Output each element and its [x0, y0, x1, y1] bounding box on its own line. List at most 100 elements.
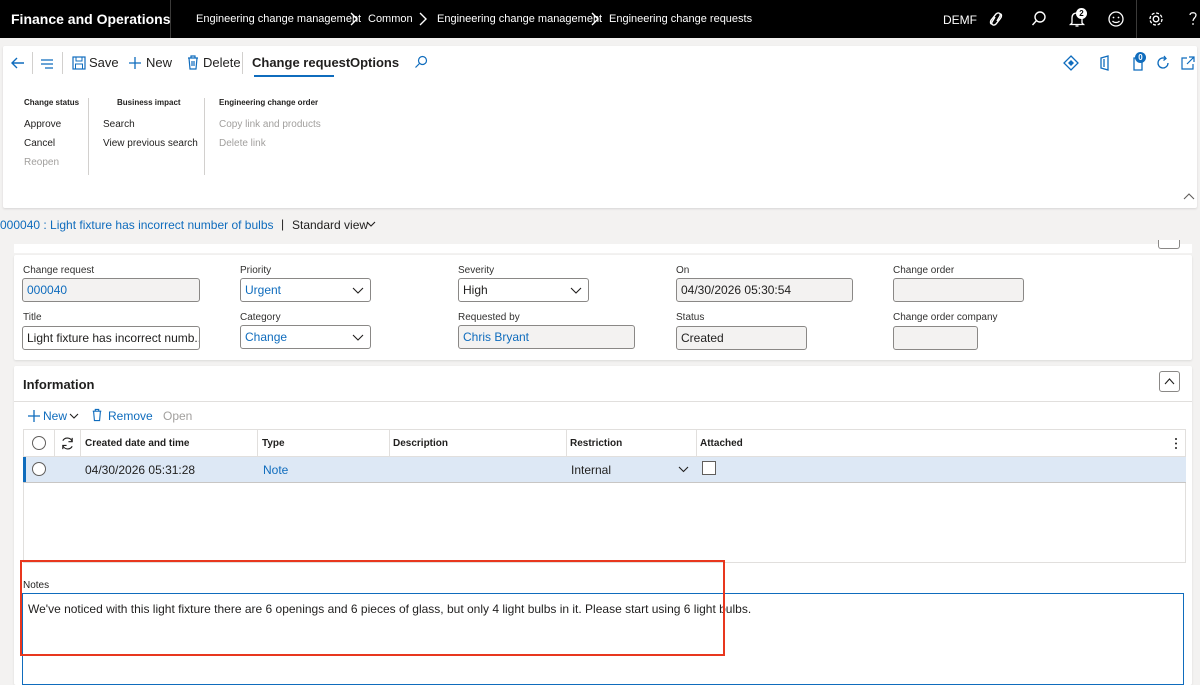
toolbar-divider	[242, 52, 243, 74]
on-datetime-value: 04/30/2026 05:30:54	[681, 283, 792, 297]
information-title[interactable]: Information	[23, 377, 95, 392]
office-icon[interactable]	[1098, 55, 1112, 71]
chevron-up-icon[interactable]	[1183, 192, 1195, 200]
search-icon[interactable]	[1030, 10, 1048, 28]
new-button[interactable]: New	[146, 55, 172, 70]
priority-dropdown[interactable]: Urgent	[240, 278, 371, 302]
breadcrumb-item[interactable]: Engineering change requests	[609, 13, 752, 25]
severity-dropdown[interactable]: High	[458, 278, 589, 302]
status-field[interactable]: Created	[676, 326, 807, 350]
record-caption-link[interactable]: 000040 : Light fixture has incorrect num…	[0, 218, 274, 232]
copilot-icon[interactable]	[987, 10, 1005, 28]
chevron-down-icon	[352, 287, 364, 294]
breadcrumb-item[interactable]: Common	[368, 13, 413, 25]
save-button[interactable]: Save	[89, 55, 119, 70]
attached-checkbox[interactable]	[702, 461, 716, 475]
power-apps-icon[interactable]	[1063, 55, 1079, 71]
column-header-restriction[interactable]: Restriction	[570, 430, 622, 457]
change-request-value: 000040	[27, 283, 68, 297]
reopen-button[interactable]: Reopen	[24, 157, 59, 168]
plus-icon	[129, 57, 141, 69]
delete-link-button[interactable]: Delete link	[219, 138, 266, 149]
change-order-field[interactable]	[893, 278, 1024, 302]
action-pane: Save New Delete Change request Options 0…	[3, 46, 1197, 208]
remove-button[interactable]: Remove	[108, 409, 153, 423]
view-previous-search-button[interactable]: View previous search	[103, 138, 198, 149]
header-collapse-button[interactable]	[1158, 240, 1180, 249]
title-field[interactable]: Light fixture has incorrect numb...	[22, 326, 200, 350]
notes-text: We've noticed with this light fixture th…	[28, 602, 752, 616]
group-title-change-status: Change status	[24, 98, 80, 107]
toolbar-divider	[62, 52, 63, 74]
requested-by-label: Requested by	[458, 312, 520, 323]
status-value: Created	[681, 331, 724, 345]
chevron-down-icon	[570, 287, 582, 294]
approve-button[interactable]: Approve	[24, 119, 61, 130]
breadcrumb-item[interactable]: Engineering change management	[196, 13, 361, 25]
help-icon[interactable]	[1187, 10, 1199, 28]
select-all-radio[interactable]	[32, 436, 46, 450]
app-title[interactable]: Finance and Operations	[11, 11, 170, 27]
chevron-right-icon	[350, 12, 358, 26]
chevron-up-icon	[1164, 378, 1175, 385]
information-collapse-button[interactable]	[1159, 371, 1180, 392]
header-card-top	[14, 244, 1192, 253]
severity-label: Severity	[458, 265, 495, 276]
cell-type-link[interactable]: Note	[263, 463, 288, 477]
row-select-radio[interactable]	[32, 462, 46, 476]
column-header-type[interactable]: Type	[262, 430, 285, 457]
cancel-button[interactable]: Cancel	[24, 138, 55, 149]
column-header-description[interactable]: Description	[393, 430, 448, 457]
group-divider	[204, 98, 205, 175]
title-value: Light fixture has incorrect numb...	[27, 331, 200, 345]
section-divider	[14, 401, 1192, 402]
chevron-down-icon	[352, 334, 364, 341]
open-button[interactable]: Open	[163, 409, 192, 423]
refresh-icon[interactable]	[60, 436, 75, 451]
back-arrow-icon[interactable]	[10, 55, 26, 71]
refresh-icon[interactable]	[1155, 55, 1171, 71]
category-dropdown[interactable]: Change	[240, 325, 371, 349]
more-options-icon[interactable]	[1174, 437, 1178, 450]
breadcrumb-item[interactable]: Engineering change management	[437, 13, 602, 25]
caption-separator: |	[281, 217, 285, 231]
hamburger-menu-icon[interactable]	[40, 56, 54, 70]
notes-textarea[interactable]: We've noticed with this light fixture th…	[22, 593, 1184, 685]
view-selector[interactable]: Standard view	[292, 218, 368, 232]
cell-restriction[interactable]: Internal	[571, 463, 611, 477]
company-picker[interactable]: DEMF	[943, 13, 977, 27]
copy-link-and-products-button[interactable]: Copy link and products	[219, 119, 321, 130]
column-header-attached[interactable]: Attached	[700, 430, 743, 457]
delete-button[interactable]: Delete	[203, 55, 241, 70]
change-request-field[interactable]: 000040	[22, 278, 200, 302]
chevron-down-icon[interactable]	[678, 465, 689, 473]
chevron-right-icon	[591, 12, 599, 26]
column-header-created[interactable]: Created date and time	[85, 430, 189, 457]
on-datetime-field[interactable]: 04/30/2026 05:30:54	[676, 278, 853, 302]
nav-divider	[170, 0, 171, 38]
change-order-company-field[interactable]	[893, 326, 978, 350]
attachments-count-badge: 0	[1135, 52, 1146, 63]
group-title-engineering-change-order: Engineering change order	[219, 98, 319, 107]
smiley-icon[interactable]	[1107, 10, 1125, 28]
category-label: Category	[240, 312, 281, 323]
severity-value: High	[463, 283, 488, 297]
gear-icon[interactable]	[1147, 10, 1165, 28]
tab-change-request[interactable]: Change request	[252, 55, 350, 70]
on-label: On	[676, 265, 690, 276]
new-attachment-button[interactable]: New	[43, 409, 67, 423]
notification-badge: 2	[1076, 8, 1087, 19]
title-label: Title	[23, 312, 42, 323]
search-icon[interactable]	[414, 55, 428, 69]
notes-label: Notes	[23, 580, 50, 591]
trash-icon	[188, 55, 198, 70]
active-tab-indicator	[254, 75, 334, 77]
tab-options[interactable]: Options	[350, 55, 399, 70]
priority-label: Priority	[240, 265, 272, 276]
requested-by-field[interactable]: Chris Bryant	[458, 325, 635, 349]
search-impact-button[interactable]: Search	[103, 119, 135, 130]
open-in-new-window-icon[interactable]	[1181, 56, 1195, 70]
toolbar-divider	[32, 52, 33, 74]
row-divider	[23, 482, 1186, 483]
row-selected-indicator	[23, 457, 26, 483]
